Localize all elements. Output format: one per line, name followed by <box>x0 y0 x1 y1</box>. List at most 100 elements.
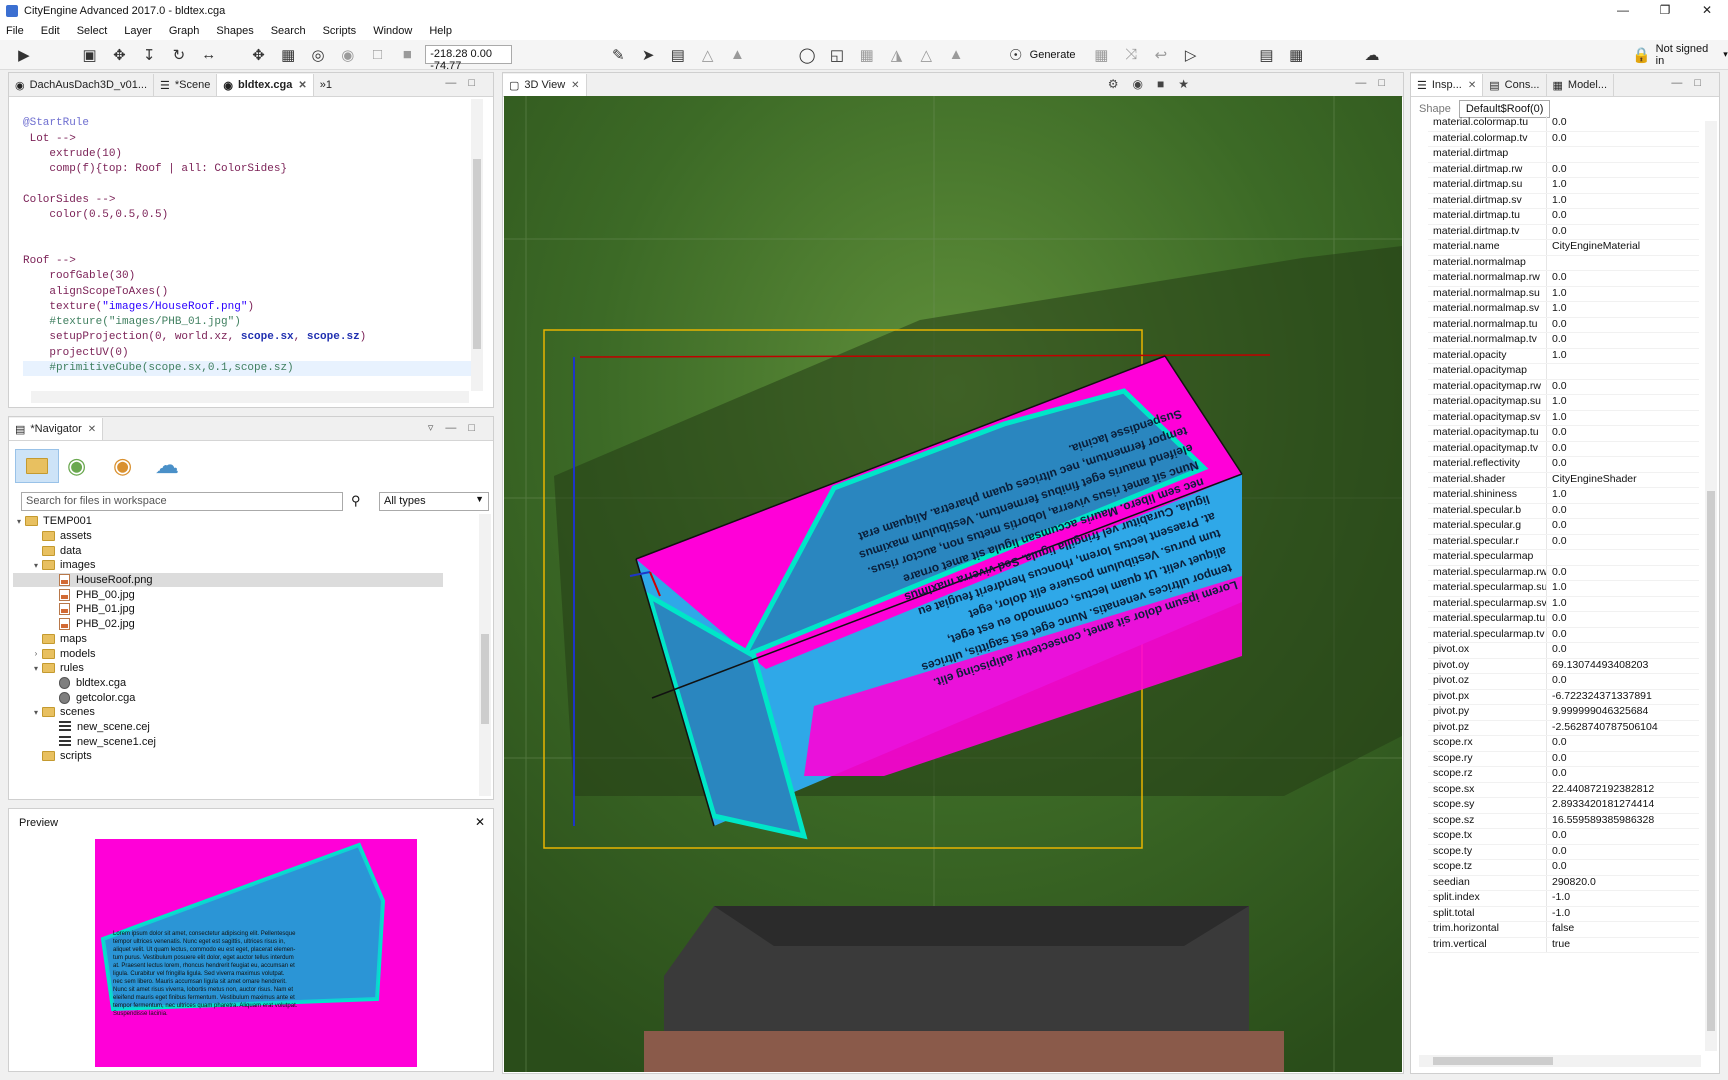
move-tool-icon[interactable]: ✥ <box>108 43 132 67</box>
attribute-value[interactable]: 1.0 <box>1547 349 1567 364</box>
shape-label[interactable]: Shape <box>1419 103 1451 115</box>
attribute-row[interactable]: material.opacitymap.tv 0.0 <box>1428 441 1699 457</box>
tree-item[interactable]: new_scene1.cej <box>13 734 443 749</box>
attribute-value[interactable]: 0.0 <box>1547 612 1567 627</box>
attribute-value[interactable] <box>1547 364 1552 379</box>
scroll-thumb[interactable] <box>1707 491 1715 1031</box>
frame-select-icon[interactable]: ▣ <box>78 43 102 67</box>
code-line[interactable] <box>23 177 483 192</box>
menu-search[interactable]: Search <box>271 25 306 37</box>
expand-arrow-icon[interactable]: ▾ <box>30 561 42 570</box>
shape-create-icon[interactable]: ◯ <box>795 43 819 67</box>
code-line[interactable]: color(0.5,0.5,0.5) <box>23 208 483 223</box>
inspector-horizontal-scrollbar[interactable] <box>1419 1055 1701 1067</box>
attribute-row[interactable]: material.specularmap <box>1428 550 1699 566</box>
search-icon[interactable]: ⚲ <box>351 493 361 509</box>
attribute-row[interactable]: material.opacity 1.0 <box>1428 348 1699 364</box>
menu-window[interactable]: Window <box>373 25 412 37</box>
attribute-value[interactable]: 0.0 <box>1547 318 1567 333</box>
attribute-value[interactable]: 22.440872192382812 <box>1547 783 1654 798</box>
code-line[interactable]: setupProjection(0, world.xz, scope.sx, s… <box>23 330 483 345</box>
panel-controls[interactable]: —□ <box>1671 77 1713 89</box>
attribute-value[interactable]: 9.999999046325684 <box>1547 705 1648 720</box>
tree-item[interactable]: bldtex.cga <box>13 676 443 691</box>
attribute-value[interactable]: 16.559589385986328 <box>1547 814 1654 829</box>
tab-scene[interactable]: ☰ *Scene <box>154 74 218 96</box>
scroll-thumb[interactable] <box>481 634 489 724</box>
portal-user-icon[interactable]: ◉ <box>67 453 86 479</box>
attribute-value[interactable]: 2.8933420181274414 <box>1547 798 1654 813</box>
attribute-row[interactable]: pivot.py 9.999999046325684 <box>1428 705 1699 721</box>
attribute-value[interactable]: 1.0 <box>1547 302 1567 317</box>
snap-icon[interactable]: ◎ <box>306 43 330 67</box>
panel-controls[interactable]: —□ <box>445 77 487 89</box>
tree-item[interactable]: PHB_02.jpg <box>13 617 443 632</box>
workspace-folder-icon[interactable] <box>15 449 59 483</box>
attribute-value[interactable]: 0.0 <box>1547 767 1567 782</box>
attribute-row[interactable]: material.dirtmap.rw 0.0 <box>1428 162 1699 178</box>
attribute-value[interactable]: 290820.0 <box>1547 876 1596 891</box>
attribute-row[interactable]: pivot.oy 69.13074493408203 <box>1428 658 1699 674</box>
attribute-row[interactable]: scope.tx 0.0 <box>1428 829 1699 845</box>
coordinates-field[interactable]: -218.28 0.00 -74.77 <box>425 45 513 72</box>
attribute-value[interactable] <box>1547 550 1552 565</box>
more-tabs[interactable]: »1 <box>314 74 338 96</box>
tab-console[interactable]: ▤ Cons... <box>1483 74 1547 96</box>
attribute-value[interactable]: 0.0 <box>1547 225 1567 240</box>
close-icon[interactable]: ✕ <box>475 815 485 829</box>
code-line[interactable]: #primitiveCube(scope.sx,0.1,scope.sz) <box>23 361 483 377</box>
scroll-thumb[interactable] <box>473 159 481 349</box>
polygon-street-icon[interactable]: ✎ <box>606 43 630 67</box>
attribute-value[interactable]: true <box>1547 938 1570 953</box>
attribute-value[interactable]: 0.0 <box>1547 457 1567 472</box>
tree-item[interactable]: new_scene.cej <box>13 720 443 735</box>
attribute-value[interactable]: 0.0 <box>1547 442 1567 457</box>
menu-help[interactable]: Help <box>429 25 452 37</box>
attribute-row[interactable]: material.name CityEngineMaterial <box>1428 240 1699 256</box>
attribute-value[interactable]: false <box>1547 922 1574 937</box>
menu-scripts[interactable]: Scripts <box>323 25 357 37</box>
transform-icon[interactable]: ✥ <box>247 43 271 67</box>
attribute-value[interactable]: -1.0 <box>1547 907 1570 922</box>
tree-item[interactable]: HouseRoof.png <box>13 572 443 588</box>
tree-item[interactable]: ▾ images <box>13 558 443 573</box>
attribute-row[interactable]: material.shininess 1.0 <box>1428 488 1699 504</box>
attribute-value[interactable]: CityEngineMaterial <box>1547 240 1640 255</box>
attribute-value[interactable]: 0.0 <box>1547 163 1567 178</box>
attribute-row[interactable]: material.normalmap.tu 0.0 <box>1428 317 1699 333</box>
code-line[interactable]: ColorSides --> <box>23 193 483 208</box>
attribute-row[interactable]: pivot.pz -2.5628740787506104 <box>1428 720 1699 736</box>
shape-split-icon[interactable]: ◱ <box>825 43 849 67</box>
weather-icon[interactable]: ☁ <box>1360 43 1384 67</box>
attribute-row[interactable]: material.opacitymap.tu 0.0 <box>1428 426 1699 442</box>
cursor-icon[interactable]: ▷ <box>1179 43 1203 67</box>
attribute-row[interactable]: scope.sy 2.8933420181274414 <box>1428 798 1699 814</box>
type-filter-select[interactable]: All types ▼ <box>379 492 489 511</box>
attribute-row[interactable]: material.specularmap.tu 0.0 <box>1428 612 1699 628</box>
attribute-value[interactable]: 0.0 <box>1547 116 1567 131</box>
roof-icon[interactable]: △ <box>914 43 938 67</box>
attribute-row[interactable]: pivot.px -6.722324371337891 <box>1428 689 1699 705</box>
minimize-icon[interactable]: — <box>1602 0 1644 22</box>
cloud-icon[interactable]: ☁ <box>155 451 179 480</box>
attribute-value[interactable]: 1.0 <box>1547 597 1567 612</box>
menu-layer[interactable]: Layer <box>124 25 152 37</box>
panel-controls[interactable]: —□ <box>1355 77 1397 89</box>
attribute-value[interactable]: 0.0 <box>1547 426 1567 441</box>
attribute-row[interactable]: scope.ty 0.0 <box>1428 844 1699 860</box>
attribute-value[interactable]: CityEngineShader <box>1547 473 1637 488</box>
attribute-row[interactable]: material.normalmap.sv 1.0 <box>1428 302 1699 318</box>
close-tab-icon[interactable]: ✕ <box>571 80 579 91</box>
attribute-value[interactable]: 0.0 <box>1547 829 1567 844</box>
attribute-row[interactable]: pivot.ox 0.0 <box>1428 643 1699 659</box>
attribute-row[interactable]: material.specularmap.sv 1.0 <box>1428 596 1699 612</box>
attribute-row[interactable]: material.normalmap.rw 0.0 <box>1428 271 1699 287</box>
orbit-icon[interactable]: ◉ <box>336 43 360 67</box>
code-line[interactable]: projectUV(0) <box>23 346 483 361</box>
attribute-row[interactable]: material.normalmap <box>1428 255 1699 271</box>
attribute-value[interactable]: -6.722324371337891 <box>1547 690 1652 705</box>
attribute-value[interactable]: 69.13074493408203 <box>1547 659 1648 674</box>
attribute-value[interactable]: 0.0 <box>1547 752 1567 767</box>
attribute-row[interactable]: material.shader CityEngineShader <box>1428 472 1699 488</box>
tree-item[interactable]: maps <box>13 632 443 647</box>
